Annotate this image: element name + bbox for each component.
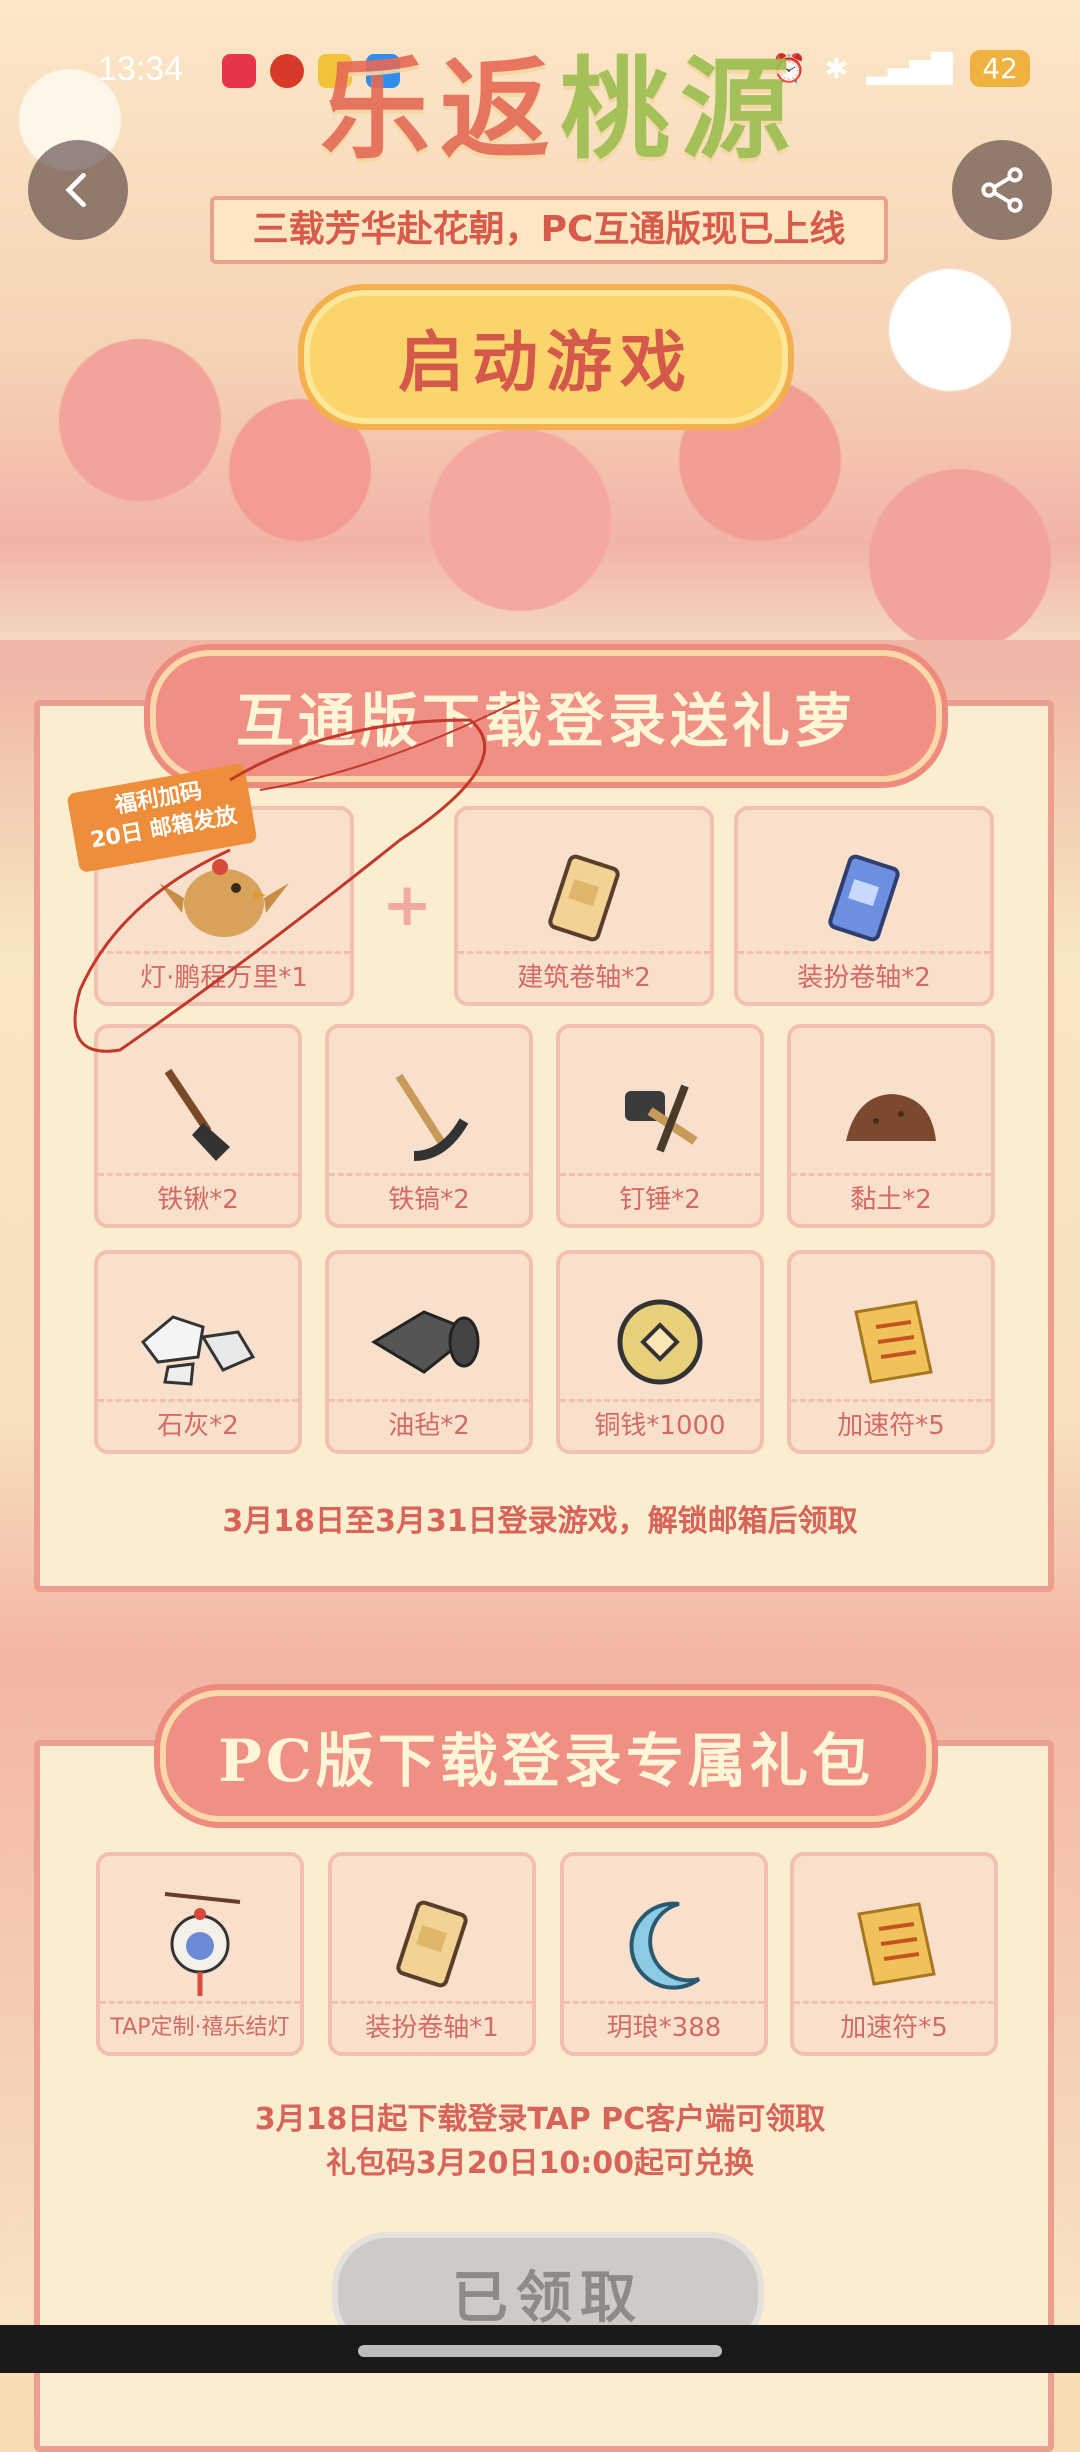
section1-note: 3月18日至3月31日登录游戏，解锁邮箱后领取 <box>222 1504 858 1539</box>
reward-label: 建筑卷轴*2 <box>458 951 710 1002</box>
reward-item: 铜钱*1000 <box>556 1250 764 1454</box>
share-button[interactable] <box>952 140 1052 240</box>
moon-icon <box>629 1901 701 1990</box>
crossplay-gift-title: 互通版下载登录送礼萝 <box>150 650 942 782</box>
reward-label: 玥琅*388 <box>564 2001 764 2052</box>
subtitle-banner: 三载芳华赴花朝，PC互通版现已上线 <box>210 196 888 264</box>
reward-item: 玥琅*388 <box>560 1852 768 2056</box>
clay-icon <box>846 1094 936 1141</box>
pickaxe-icon <box>395 1073 469 1161</box>
home-indicator[interactable] <box>358 2345 722 2357</box>
reward-label: 加速符*5 <box>794 2001 994 2052</box>
title-text-part2: 桃源 <box>560 45 800 174</box>
reward-item: 黏土*2 <box>787 1024 995 1228</box>
plus-icon: + <box>382 870 433 940</box>
reward-label: 装扮卷轴*2 <box>738 951 990 1002</box>
reward-item: 油毡*2 <box>325 1250 533 1454</box>
reward-item: 石灰*2 <box>94 1250 302 1454</box>
blue-scroll-icon <box>828 854 900 942</box>
felt-roll-icon <box>371 1310 480 1374</box>
reward-label: 油毡*2 <box>329 1399 529 1450</box>
reward-item: 加速符*5 <box>790 1852 998 2056</box>
battery-indicator: 42 <box>970 50 1030 87</box>
lantern-icon <box>164 1892 241 1996</box>
talisman-icon <box>857 1902 936 1986</box>
shovel-icon <box>164 1068 230 1161</box>
stone-icon <box>140 1315 256 1386</box>
reward-label: 黏土*2 <box>791 1173 991 1224</box>
share-icon <box>981 167 1023 213</box>
scroll-icon <box>396 1900 468 1988</box>
scroll-icon <box>548 854 620 942</box>
hammer-icon <box>625 1084 698 1153</box>
talisman-icon <box>854 1300 933 1384</box>
title-text-part1: 乐返 <box>320 45 560 174</box>
reward-item: 铁锹*2 <box>94 1024 302 1228</box>
start-game-button[interactable]: 启动游戏 <box>298 284 794 430</box>
reward-label: 灯·鹏程万里*1 <box>98 951 350 1002</box>
reward-label: 加速符*5 <box>791 1399 991 1450</box>
reward-item: 装扮卷轴*1 <box>328 1852 536 2056</box>
reward-item: 钉锤*2 <box>556 1024 764 1228</box>
reward-label: 铁镐*2 <box>329 1173 529 1224</box>
chevron-left-icon <box>65 172 86 208</box>
reward-label: TAP定制·禧乐结灯 <box>100 2001 300 2052</box>
reward-label: 铜钱*1000 <box>560 1399 760 1450</box>
reward-label: 装扮卷轴*1 <box>332 2001 532 2052</box>
coin-icon <box>617 1299 703 1385</box>
reward-item: 铁镐*2 <box>325 1024 533 1228</box>
game-title-art: 乐返桃源 <box>190 40 930 180</box>
reward-item: TAP定制·禧乐结灯 <box>96 1852 304 2056</box>
reward-item: 建筑卷轴*2 <box>454 806 714 1006</box>
reward-label: 石灰*2 <box>98 1399 298 1450</box>
section2-note-line1: 3月18日起下载登录TAP PC客户端可领取 <box>254 2102 826 2137</box>
reward-label: 铁锹*2 <box>98 1173 298 1224</box>
section2-note-line2: 礼包码3月20日10:00起可兑换 <box>325 2146 755 2181</box>
status-time: 13:34 <box>98 50 184 88</box>
back-button[interactable] <box>28 140 128 240</box>
reward-label: 钉锤*2 <box>560 1173 760 1224</box>
pc-gift-title: PC版下载登录专属礼包 <box>160 1690 932 1822</box>
reward-item: 加速符*5 <box>787 1250 995 1454</box>
bird-lantern-icon <box>159 859 289 937</box>
reward-item: 装扮卷轴*2 <box>734 806 994 1006</box>
